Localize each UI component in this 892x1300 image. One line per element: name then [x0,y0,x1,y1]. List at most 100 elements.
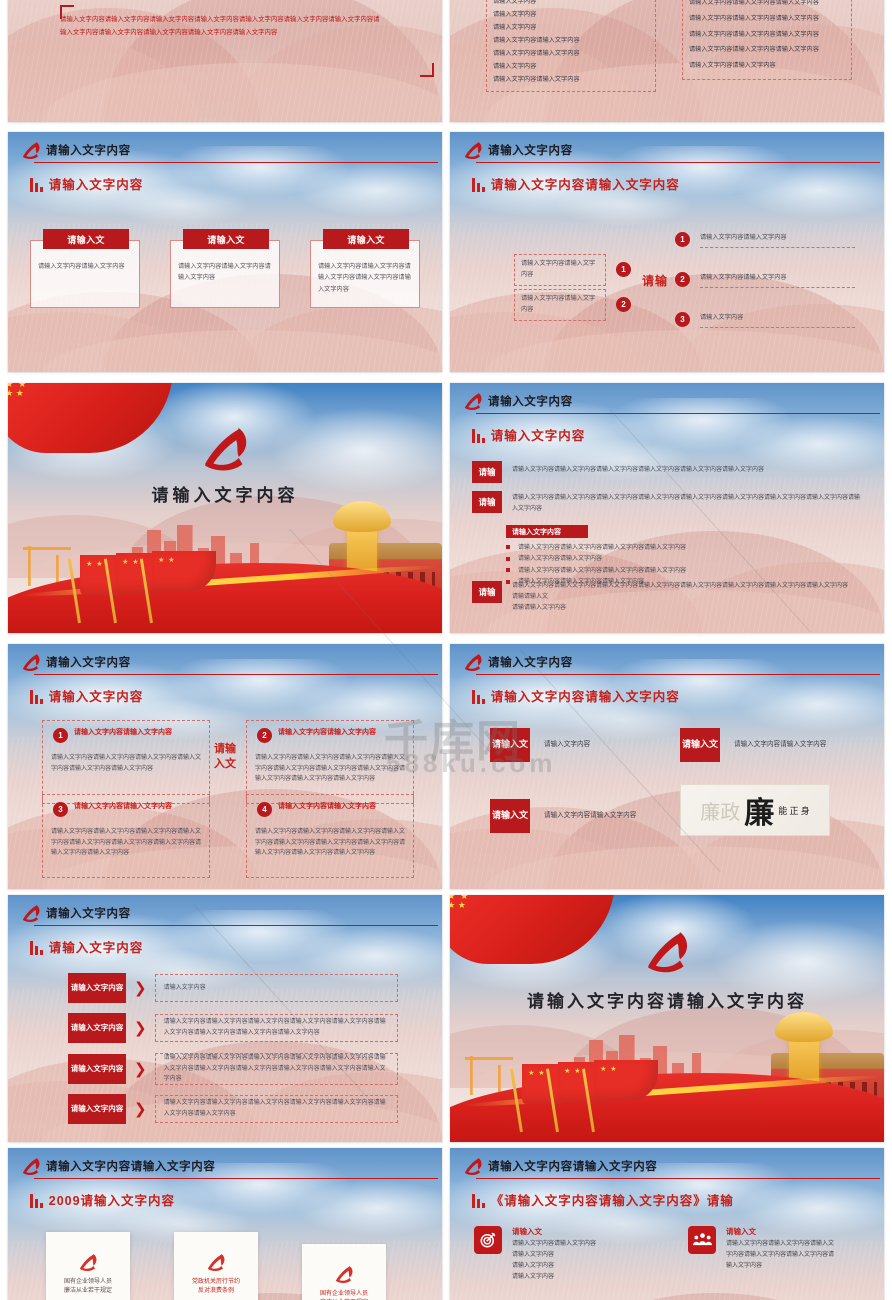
quadrant-2[interactable]: 2 请输入文字内容请输入文字内容 请输入文字内容请输入文字内容请输入文字内容请输… [246,720,414,804]
header-rule [476,673,880,675]
quadrant-4[interactable]: 4 请输入文字内容请输入文字内容 请输入文字内容请输入文字内容请输入文字内容请输… [246,794,414,878]
slide-thumbnail-11[interactable]: 请输入文字内容请输入文字内容 2009请输入文字内容 国有企业领导人员 廉洁从业… [8,1148,442,1300]
slide-thumbnail-9[interactable]: 请输入文字内容 请输入文字内容 请输入文字内容 ❯ 请输入文字内容 请输入文字内… [8,895,442,1142]
icon-item-line: 输入文字内容 [726,1263,763,1270]
quadrant-title: 请输入文字内容请输入文字内容 [74,803,172,810]
party-emblem-icon [336,1265,353,1283]
section-bars-icon [472,690,485,704]
card-2[interactable]: 请输入文 请输入文字内容请输入文字内容请输入文字内容 [170,229,280,308]
list-item: 请输入文字内容请输入文字内容请输入文字内容 [689,30,819,38]
quadrant-3[interactable]: 3 请输入文字内容请输入文字内容 请输入文字内容请输入文字内容请输入文字内容请输… [42,794,210,878]
bracket-frame: 请输入文字内容请输入文字内容请输入文字内容请输入文字内容请输入文字内容请输入文字… [60,5,434,77]
card-3[interactable]: 请输入文 请输入文字内容请输入文字内容请输入文字内容请输入文字内容请输入文字内容 [310,229,420,308]
quadrant-body: 请输入文字内容请输入文字内容请输入文字内容请输入文字内容请输入文字内容请输入文字… [51,829,202,856]
item-text: 请输入文字内容请输入文字内容 [514,289,606,321]
section-bars-icon [472,178,485,192]
icon-item-title: 请输入文 [512,1227,542,1236]
row-text-line: 请输请输入文字内容 [512,605,567,612]
book-title-line: 党政机关厉行节约 [191,1278,240,1285]
block-row-2[interactable]: 请输入文 请输入文字内容请输入文字内容 [680,728,862,762]
slide-thumbnail-10[interactable]: 请输入文字内容请输入文字内容 [450,895,884,1142]
slide-thumbnail-12[interactable]: 请输入文字内容请输入文字内容 《请输入文字内容请输入文字内容》请输 请输入文 请… [450,1148,884,1300]
arrow-text: 请输入文字内容请输入文字内容请输入文字内容请输入文字内容请输入文字内容请输入文字… [154,1095,398,1123]
arrow-row-4[interactable]: 请输入文字内容 ❯ 请输入文字内容请输入文字内容请输入文字内容请输入文字内容请输… [68,1094,398,1124]
icon-item-line: 请输入文字内容请输入文字内容 [512,1241,597,1247]
list-item: 请输入文字内容请输入文字内容请输入文字内容请输入文字内容 [506,566,846,577]
slide-header: 请输入文字内容 [20,652,438,675]
card-1[interactable]: 请输入文 请输入文字内容请输入文字内容 [30,229,140,308]
slide-header-title: 请输入文字内容 [46,145,131,157]
section-title: 请输入文字内容 [472,429,585,443]
icon-item-line: 请输入文字内容 [512,1274,555,1281]
slide-header-title: 请输入文字内容 [46,657,131,669]
block-row-1[interactable]: 请输入文 请输入文字内容 [490,728,684,762]
bullet-row-3[interactable]: 请输 请输入文字内容请输入文字内容请输入文字内容请输入文字内容请输入文字内容请输… [472,581,862,614]
bullet-row-1[interactable]: 请输 请输入文字内容请输入文字内容请输入文字内容请输入文字内容请输入文字内容请输… [472,461,862,483]
section-title-text: 请输入文字内容 [48,178,144,192]
slide-thumbnail-6[interactable]: 请输入文字内容 请输入文字内容 请输 请输入文字内容请输入文字内容请输入文字内容… [450,383,884,633]
target-icon [474,1226,502,1254]
section-title-text: 请输入文字内容请输入文字内容 [490,690,680,704]
slide-background [450,132,884,372]
block-label: 请输入文 [490,728,530,762]
icon-item-1[interactable]: 请输入文 请输入文字内容请输入文字内容 请输入文字内容 请输入文字内容 请输入文… [474,1226,654,1283]
book-thumbnail-1[interactable]: 国有企业领导人员 廉洁从业若干规定 [46,1232,130,1300]
left-item-2[interactable]: 请输入文字内容请输入文字内容 2 [514,289,631,321]
slide-thumbnail-4[interactable]: 请输入文字内容 请输入文字内容请输入文字内容 请输入文字内容请输入文字内容 1 … [450,132,884,372]
arrow-row-1[interactable]: 请输入文字内容 ❯ 请输入文字内容 [68,973,398,1003]
slide-thumbnail-1[interactable]: 请输入文字内容请输入文字内容请输入文字内容请输入文字内容请输入文字内容请输入文字… [8,0,442,122]
list-item: 请输入文字内容请输入文字内容 [493,37,580,45]
slide-background [8,383,442,633]
section-title-text: 请输入文字内容 [48,690,144,704]
card-body: 请输入文字内容请输入文字内容 [38,263,125,270]
slide-header: 请输入文字内容 [462,652,880,675]
section-title: 请输入文字内容 [30,690,143,704]
slide-thumbnail-8[interactable]: 请输入文字内容 请输入文字内容请输入文字内容 请输入文 请输入文字内容 请输入文… [450,644,884,889]
right-item-1[interactable]: 1 请输入文字内容请输入文字内容 [675,232,855,249]
book-thumbnail-3[interactable]: 国有企业领导人员 廉洁从业若干规定 [302,1244,386,1300]
item-text: 请输入文字内容请输入文字内容 [700,272,855,289]
header-rule [34,924,438,926]
block-label: 请输入文 [680,728,720,762]
bullet-row-2[interactable]: 请输 请输入文字内容请输入文字内容请输入文字内容请输入文字内容请输入文字内容请输… [472,491,862,516]
list-item: 请输入文字内容请输入文字内容请输入文字内容 [689,0,819,6]
icon-item-2[interactable]: 请输入文 请输入文字内容请输入文字内容请输入文 字内容请输入文字内容请输入文字内… [688,1226,868,1272]
arrow-label: 请输入文字内容 [68,1054,126,1084]
card-caption: 请输入文 [323,229,409,249]
slide-header-title: 请输入文字内容 [488,145,573,157]
block-row-3[interactable]: 请输入文 请输入文字内容请输入文字内容 [490,799,672,833]
slide-header: 请输入文字内容 [20,140,438,163]
section-title: 请输入文字内容 [30,178,143,192]
arrow-label: 请输入文字内容 [68,973,126,1003]
header-rule [34,673,438,675]
lian-big-char: 廉 [744,797,775,830]
list-item: 请输入文字内容请输入文字内容 [493,50,580,58]
left-item-1[interactable]: 请输入文字内容请输入文字内容 1 [514,254,631,286]
right-item-3[interactable]: 3 请输入文字内容 [675,312,855,329]
slide-header: 请输入文字内容 [462,391,880,414]
arrow-label: 请输入文字内容 [68,1094,126,1124]
list-item: 请输入文字内容 [493,11,537,19]
icon-item-title: 请输入文 [726,1227,756,1236]
book-title-line: 国有企业领导人员 [63,1278,112,1285]
slide-thumbnail-5[interactable]: 请输入文字内容 [8,383,442,633]
cover-emblem [8,423,442,478]
lian-ghost-text: 廉政 [700,801,741,824]
list-item: 请输入文字内容请输入文字内容请输入文字内容 [689,14,819,22]
slide-thumbnail-7[interactable]: 请输入文字内容 请输入文字内容 1 请输入文字内容请输入文字内容 请输入文字内容… [8,644,442,889]
section-bars-icon [30,178,43,192]
right-item-2[interactable]: 2 请输入文字内容请输入文字内容 [675,272,855,289]
icon-item-line: 请输入文字内容 [512,1252,555,1259]
group-title: 请输入文字内容 [506,525,588,538]
slide-thumbnail-3[interactable]: 请输入文字内容 请输入文字内容 请输入文 请输入文字内容请输入文字内容 请输入文… [8,132,442,372]
arrow-row-2[interactable]: 请输入文字内容 ❯ 请输入文字内容请输入文字内容请输入文字内容请输入文字内容请输… [68,1013,398,1043]
list-item: 请输入文字内容请输入文字内容 [493,76,580,84]
arrow-row-3[interactable]: 请输入文字内容 ❯ 请输入文字内容请输入文字内容请输入文字内容请输入文字内容请输… [68,1053,398,1085]
slide1-paragraph: 请输入文字内容请输入文字内容请输入文字内容请输入文字内容请输入文字内容请输入文字… [60,16,380,37]
quadrant-1[interactable]: 1 请输入文字内容请输入文字内容 请输入文字内容请输入文字内容请输入文字内容请输… [42,720,210,804]
section-title-text: 《请输入文字内容请输入文字内容》请输 [490,1194,734,1208]
book-thumbnail-2[interactable]: 党政机关厉行节约 反对浪费条例 [174,1232,258,1300]
slide-header: 请输入文字内容 [20,903,438,926]
slide-thumbnail-2[interactable]: 请输入文字内容 请输入文字内容 请输入文字内容 请输入文字内容请输入文字内容 请… [450,0,884,122]
slide-header: 请输入文字内容 [462,140,880,163]
